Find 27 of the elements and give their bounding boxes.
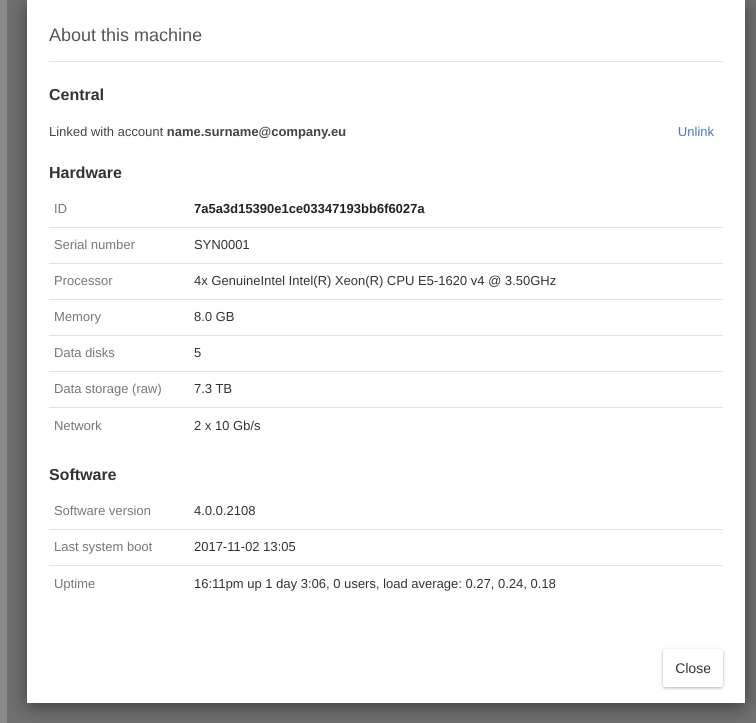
row-value: 7a5a3d15390e1ce03347193bb6f6027a: [194, 200, 425, 218]
row-label: Processor: [53, 272, 114, 290]
row-value: 4.0.0.2108: [194, 502, 256, 520]
row-label: Last system boot: [53, 538, 154, 556]
section-heading: Central: [49, 86, 106, 106]
row-label: Uptime: [53, 574, 96, 593]
dialog-title: About this machine: [49, 24, 204, 47]
row-value: 4x GenuineIntel Intel(R) Xeon(R) CPU E5-1620 v4 @ 3.50GHz: [194, 272, 556, 290]
row-label: Data storage (raw): [53, 380, 163, 398]
row-value: 5: [194, 344, 202, 362]
row-value: SYN0001: [194, 236, 250, 254]
row-value: 2 x 10 Gb/s: [194, 416, 260, 435]
account-text: Linked with account name.surname@company.eu: [49, 123, 346, 141]
row-label: Network: [53, 416, 103, 435]
row-label: Serial number: [53, 236, 136, 254]
row-label: ID: [53, 200, 68, 218]
row-value: 2017-11-02 13:05: [194, 538, 296, 556]
unlink-link[interactable]: Unlink: [678, 122, 714, 142]
row-value: 7.3 TB: [194, 380, 232, 398]
row-value: 16:11pm up 1 day 3:06, 0 users, load average: 0.27, 0.24, 0.18: [194, 574, 556, 593]
row-label: Memory: [53, 308, 102, 326]
row-label: Data disks: [53, 344, 116, 362]
close-button[interactable]: Close: [663, 649, 723, 687]
row-label: Software version: [53, 502, 152, 520]
section-heading: Software: [49, 466, 118, 486]
section-heading: Hardware: [49, 164, 123, 184]
row-value: 8.0 GB: [194, 308, 234, 326]
